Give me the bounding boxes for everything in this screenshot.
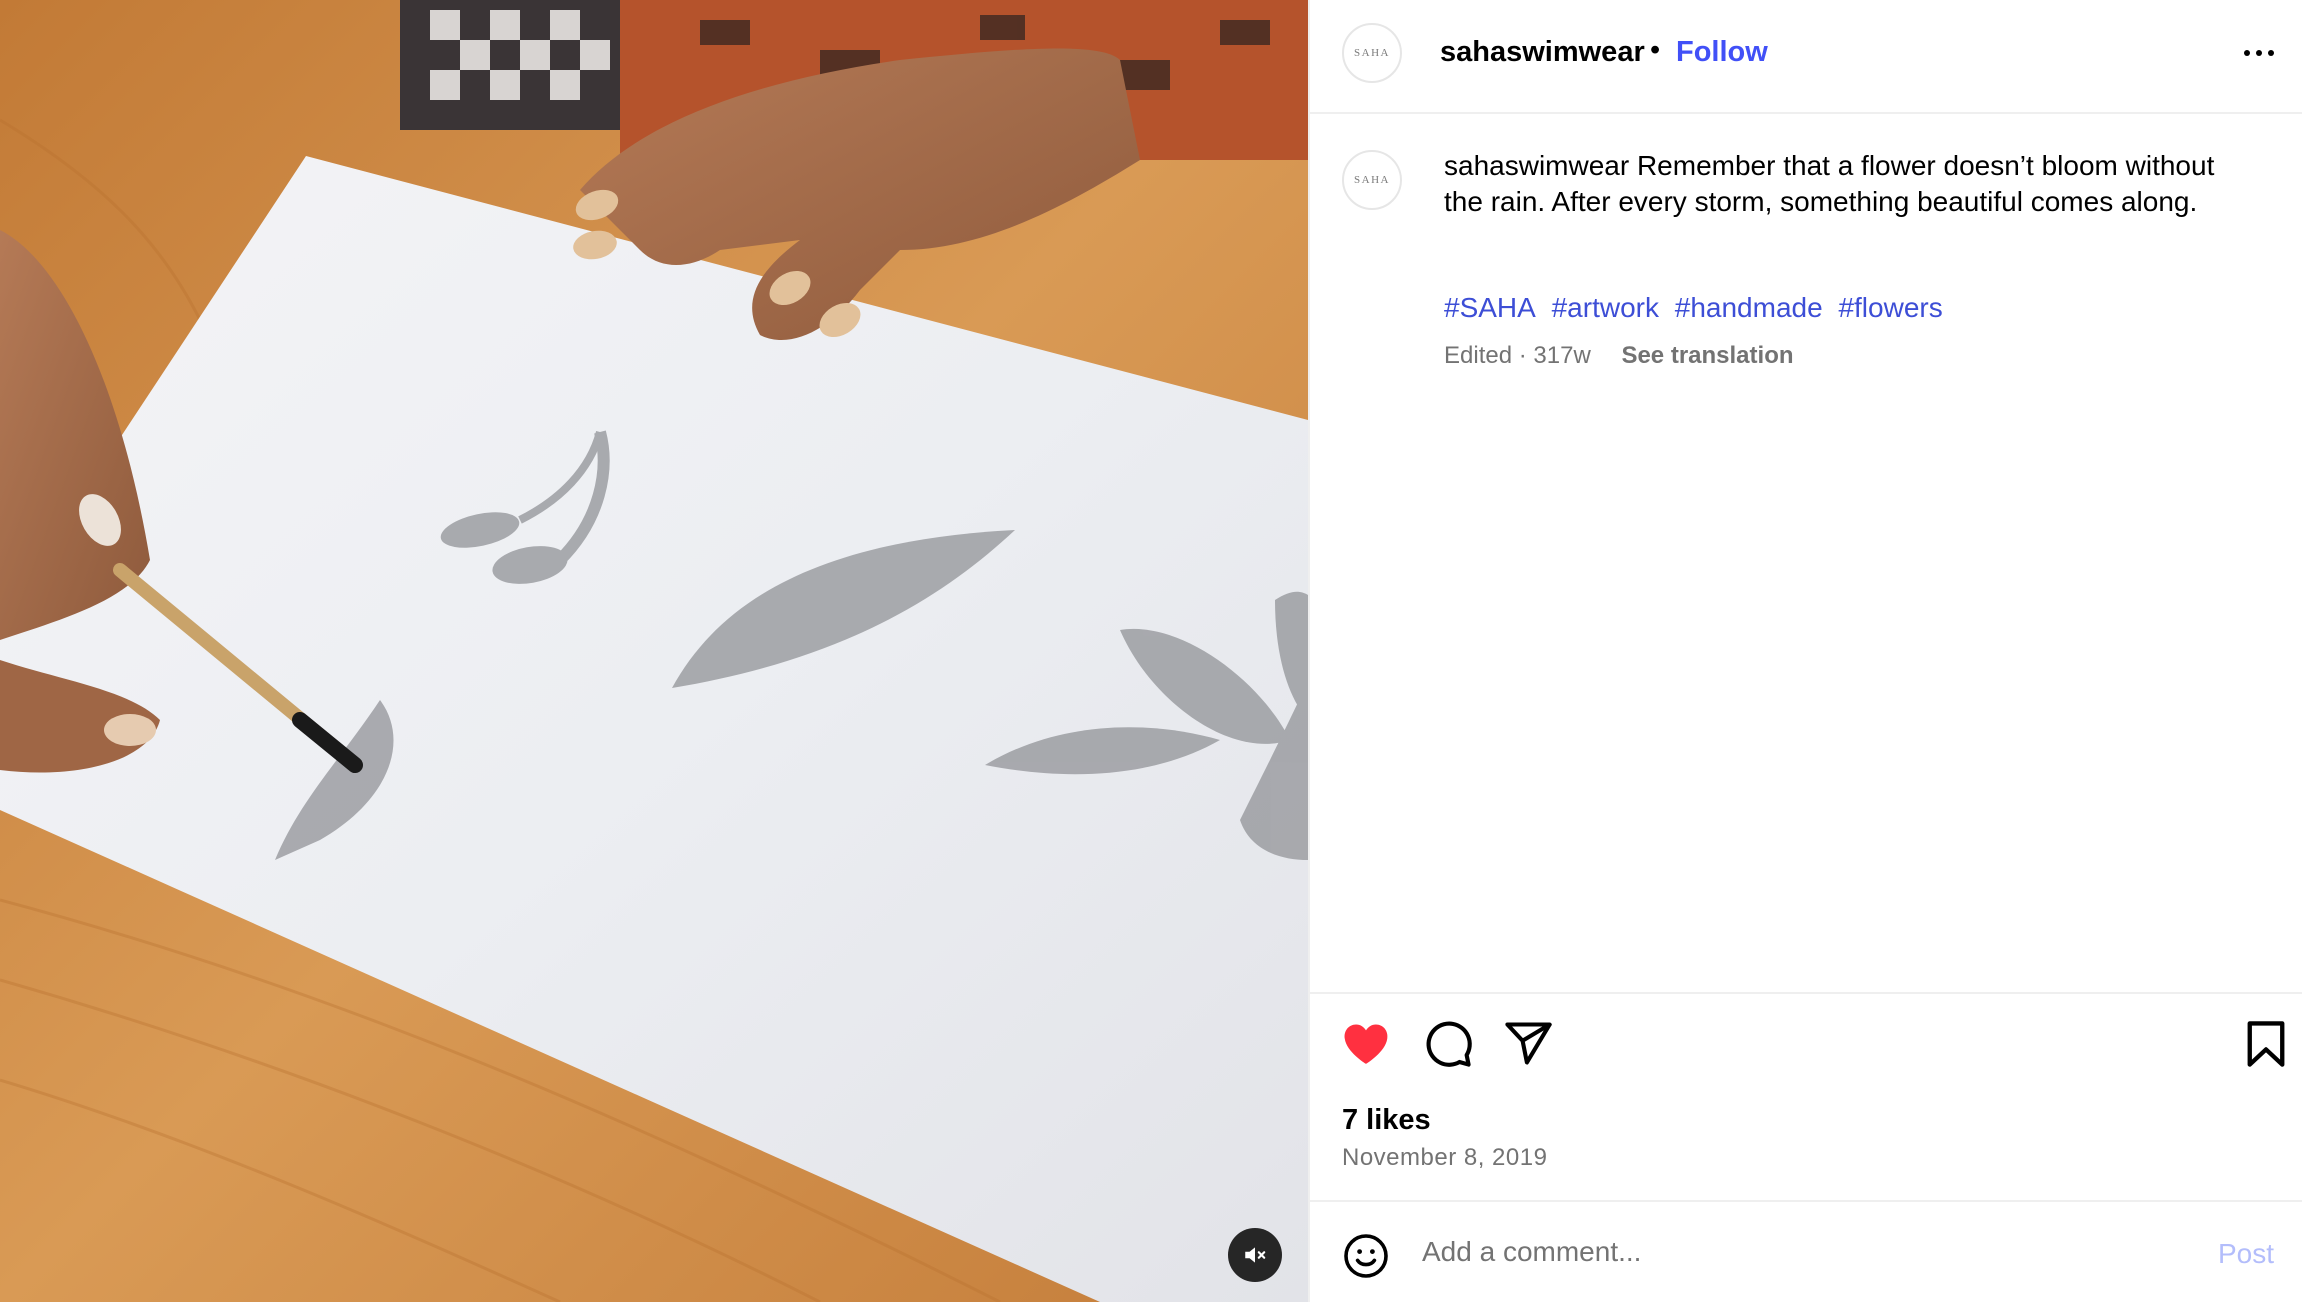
bookmark-icon[interactable] [2240,1018,2292,1070]
avatar[interactable]: SAHA [1342,23,1402,83]
hashtag-link[interactable]: #artwork [1552,292,1659,323]
emoji-icon[interactable] [1342,1232,1390,1280]
see-translation-link[interactable]: See translation [1621,342,1793,369]
send-icon[interactable] [1502,1018,1554,1070]
heart-filled-icon[interactable] [1340,1018,1392,1070]
post-video[interactable] [0,0,1308,1302]
divider [1310,992,2302,994]
more-options-button[interactable] [2234,38,2284,68]
mute-toggle-button[interactable] [1228,1228,1282,1282]
meta-separator: · [1518,342,1527,369]
edited-label: Edited [1444,342,1513,369]
comment-icon[interactable] [1422,1018,1474,1070]
comment-input[interactable] [1422,1224,2182,1280]
username-link[interactable]: sahaswimwear [1440,36,1645,69]
hashtag-link[interactable]: #SAHA [1444,292,1536,323]
avatar-text: SAHA [1354,47,1390,59]
follow-button[interactable]: Follow [1676,36,1768,69]
hashtag-list: #SAHA #artwork #handmade #flowers [1444,292,1951,324]
caption-text: sahaswimwear Remember that a flower does… [1444,148,2224,220]
post-age[interactable]: 317w [1533,342,1590,369]
avatar-text: SAHA [1354,174,1390,186]
more-horizontal-icon [2244,50,2250,56]
hashtag-link[interactable]: #handmade [1675,292,1823,323]
post-comment-button[interactable]: Post [2218,1238,2274,1270]
post-details-panel: SAHA sahaswimwear • Follow SAHA sahaswim… [1308,0,2302,1302]
comment-bar: Post [1310,1200,2302,1302]
caption-username-link[interactable]: sahaswimwear [1444,150,1629,181]
video-frame-painting [0,0,1308,1302]
separator-dot: • [1650,34,1661,66]
caption-meta: Edited · 317w See translation [1444,342,1794,370]
caption-avatar[interactable]: SAHA [1342,150,1402,210]
speaker-muted-icon [1245,1247,1266,1263]
post-date[interactable]: November 8, 2019 [1342,1144,1547,1172]
post-header: SAHA sahaswimwear • Follow [1310,0,2302,114]
likes-count[interactable]: 7 likes [1342,1104,1431,1137]
hashtag-link[interactable]: #flowers [1838,292,1942,323]
